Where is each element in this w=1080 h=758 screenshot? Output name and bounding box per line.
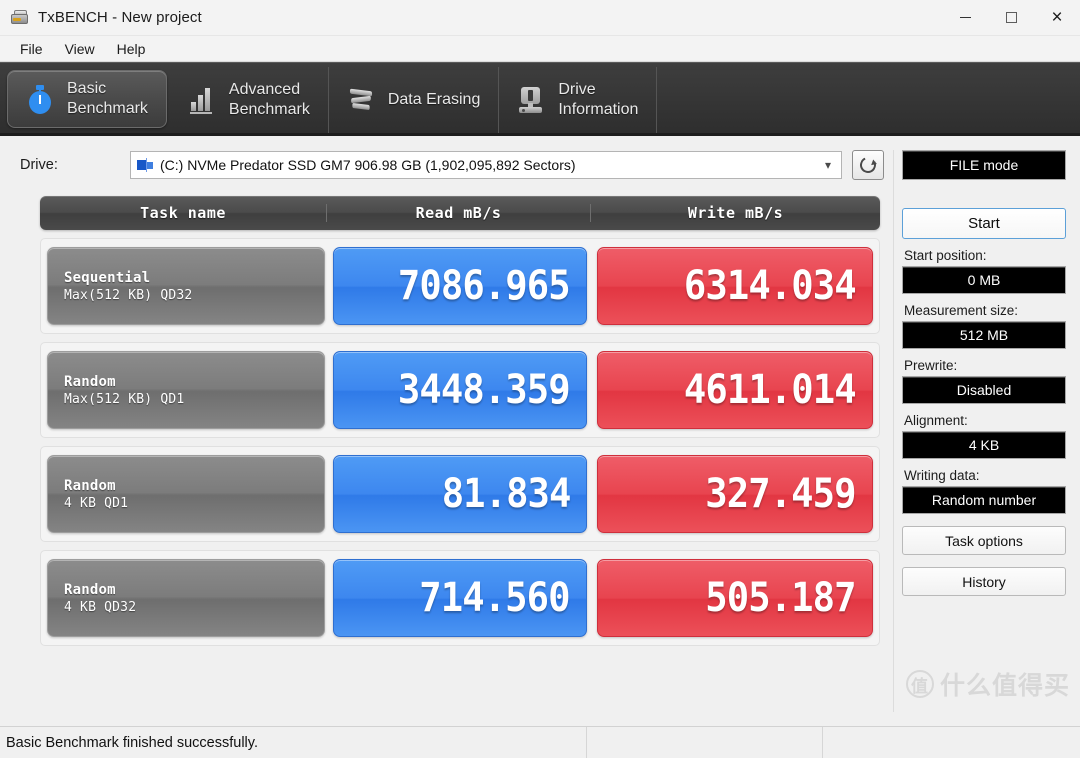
table-row: Random Max(512 KB) QD1 3448.359 4611.014 [40, 342, 880, 438]
benchmark-table-header: Task name Read mB/s Write mB/s [40, 196, 880, 230]
refresh-icon [857, 154, 879, 176]
write-value-cell: 505.187 [597, 559, 873, 637]
tab-data-erasing[interactable]: Data Erasing [329, 67, 500, 133]
tab-advanced-benchmark[interactable]: Advanced Benchmark [170, 67, 329, 133]
prewrite-label: Prewrite: [904, 358, 958, 373]
write-value-cell: 327.459 [597, 455, 873, 533]
drive-info-icon [515, 84, 547, 116]
task-subtitle: Max(512 KB) QD32 [64, 287, 193, 303]
window-controls: × [942, 0, 1080, 36]
task-subtitle: 4 KB QD32 [64, 599, 137, 615]
maximize-icon [1005, 12, 1017, 23]
column-header-task-name: Task name [140, 204, 226, 222]
status-message: Basic Benchmark finished successfully. [6, 734, 258, 751]
read-value: 81.834 [441, 471, 571, 517]
task-subtitle: 4 KB QD1 [64, 495, 129, 511]
writing-data-value[interactable]: Random number [902, 486, 1066, 514]
tab-basic-benchmark[interactable]: Basic Benchmark [7, 70, 167, 128]
read-value-cell: 3448.359 [333, 351, 587, 429]
app-drive-icon [10, 9, 30, 27]
task-name-cell[interactable]: Random 4 KB QD32 [47, 559, 325, 637]
tab-basic-benchmark-label: Basic Benchmark [67, 80, 148, 117]
write-value-cell: 4611.014 [597, 351, 873, 429]
status-bar: Basic Benchmark finished successfully. [0, 726, 1080, 758]
window-title: TxBENCH - New project [38, 9, 202, 26]
benchmark-pane: Drive: (C:) NVMe Predator SSD GM7 906.98… [0, 136, 894, 726]
main-content: Drive: (C:) NVMe Predator SSD GM7 906.98… [0, 136, 1080, 726]
column-header-write: Write mB/s [590, 204, 880, 222]
task-name-cell[interactable]: Sequential Max(512 KB) QD32 [47, 247, 325, 325]
read-value: 714.560 [419, 575, 571, 621]
task-title: Sequential [64, 269, 151, 286]
write-value-cell: 6314.034 [597, 247, 873, 325]
writing-data-label: Writing data: [904, 468, 980, 483]
maximize-button[interactable] [988, 0, 1034, 36]
benchmark-table: Task name Read mB/s Write mB/s Sequentia… [40, 196, 880, 646]
prewrite-value[interactable]: Disabled [902, 376, 1066, 404]
tab-drive-information-label: Drive Information [558, 81, 639, 118]
status-panel-2 [586, 727, 822, 758]
write-value: 6314.034 [684, 263, 857, 309]
txbench-window: TxBENCH - New project × File View Help B… [0, 0, 1080, 758]
chevron-down-icon: ▾ [824, 158, 831, 172]
control-panel: FILE mode Start Start position: 0 MB Mea… [894, 136, 1080, 726]
start-position-label: Start position: [904, 248, 987, 263]
shredder-icon [345, 84, 377, 116]
table-row: Random 4 KB QD32 714.560 505.187 [40, 550, 880, 646]
title-bar-left: TxBENCH - New project [0, 9, 942, 27]
task-title: Random [64, 373, 116, 390]
stopwatch-icon [24, 83, 56, 115]
drive-selector-row: Drive: (C:) NVMe Predator SSD GM7 906.98… [0, 136, 894, 190]
table-row: Sequential Max(512 KB) QD32 7086.965 631… [40, 238, 880, 334]
disk-icon [137, 158, 153, 172]
menu-item-file[interactable]: File [10, 38, 53, 60]
task-name-cell[interactable]: Random Max(512 KB) QD1 [47, 351, 325, 429]
drive-select[interactable]: (C:) NVMe Predator SSD GM7 906.98 GB (1,… [130, 151, 842, 179]
refresh-button[interactable] [852, 150, 884, 180]
tab-data-erasing-label: Data Erasing [387, 91, 481, 108]
task-subtitle: Max(512 KB) QD1 [64, 391, 185, 407]
history-button[interactable]: History [902, 567, 1066, 596]
start-button[interactable]: Start [902, 208, 1066, 239]
tab-strip: Basic Benchmark Advanced Benchmark Data … [0, 62, 1080, 136]
task-name-cell[interactable]: Random 4 KB QD1 [47, 455, 325, 533]
start-position-value[interactable]: 0 MB [902, 266, 1066, 294]
file-mode-button[interactable]: FILE mode [902, 150, 1066, 180]
alignment-value[interactable]: 4 KB [902, 431, 1066, 459]
menu-item-view[interactable]: View [55, 38, 105, 60]
tab-advanced-benchmark-label: Advanced Benchmark [228, 81, 310, 118]
read-value: 7086.965 [398, 263, 571, 309]
minimize-button[interactable] [942, 0, 988, 36]
close-icon: × [1051, 7, 1063, 28]
bar-chart-icon [186, 84, 218, 116]
column-header-read: Read mB/s [326, 204, 590, 222]
write-value: 505.187 [705, 575, 857, 621]
task-title: Random [64, 477, 116, 494]
read-value: 3448.359 [398, 367, 571, 413]
read-value-cell: 81.834 [333, 455, 587, 533]
write-value: 4611.014 [684, 367, 857, 413]
menu-item-help[interactable]: Help [107, 38, 156, 60]
drive-label: Drive: [20, 157, 58, 173]
task-options-button[interactable]: Task options [902, 526, 1066, 555]
menu-bar: File View Help [0, 36, 1080, 62]
tab-drive-information[interactable]: Drive Information [499, 67, 658, 133]
task-title: Random [64, 581, 116, 598]
drive-select-value: (C:) NVMe Predator SSD GM7 906.98 GB (1,… [160, 157, 576, 173]
title-bar: TxBENCH - New project × [0, 0, 1080, 36]
close-button[interactable]: × [1034, 0, 1080, 36]
measurement-size-label: Measurement size: [904, 303, 1019, 318]
read-value-cell: 7086.965 [333, 247, 587, 325]
measurement-size-value[interactable]: 512 MB [902, 321, 1066, 349]
table-row: Random 4 KB QD1 81.834 327.459 [40, 446, 880, 542]
read-value-cell: 714.560 [333, 559, 587, 637]
minimize-icon [959, 17, 971, 18]
status-panel-3 [822, 727, 1080, 758]
alignment-label: Alignment: [904, 413, 968, 428]
write-value: 327.459 [705, 471, 857, 517]
